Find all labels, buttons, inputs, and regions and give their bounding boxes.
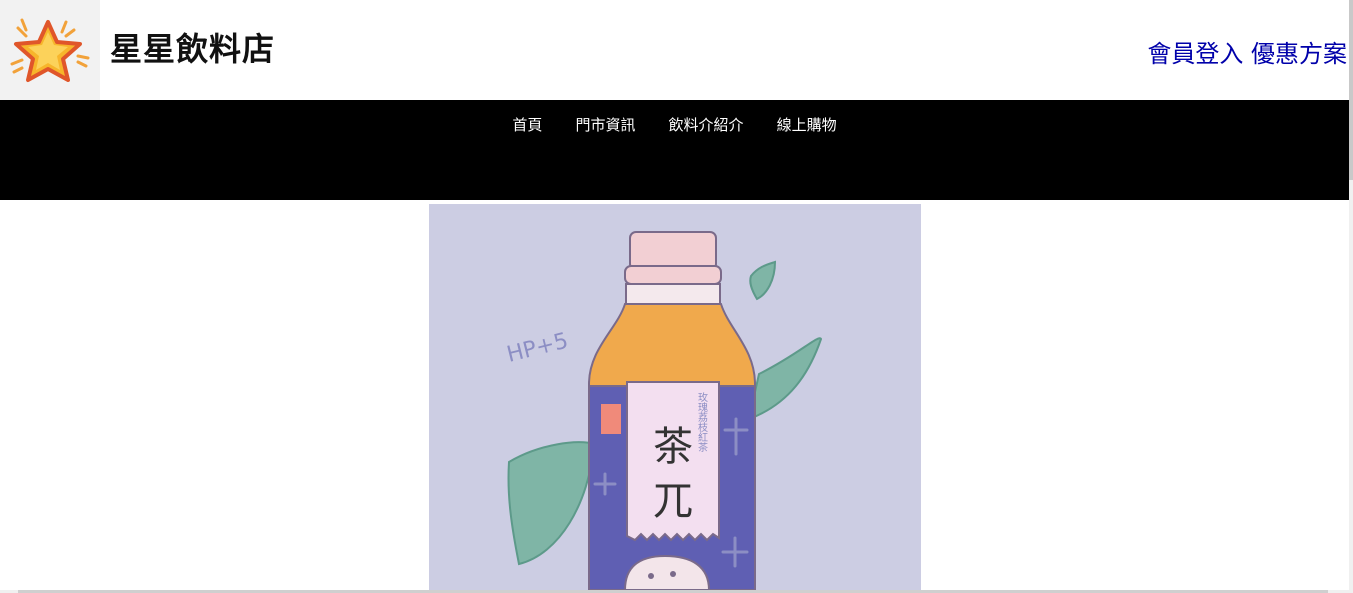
- hero-image: HP+5 茶 兀 玫瑰荔枝紅茶: [429, 204, 921, 590]
- site-header: 星星飲料店 會員登入 優惠方案: [0, 0, 1349, 100]
- main-nav: 首頁 門市資訊 飲料介紹介 線上購物: [0, 100, 1349, 200]
- vertical-scrollbar-thumb[interactable]: [1349, 0, 1353, 180]
- nav-item-store-info[interactable]: 門市資訊: [575, 114, 635, 135]
- nav-item-home[interactable]: 首頁: [512, 114, 542, 135]
- top-links: 會員登入 優惠方案: [1147, 34, 1347, 69]
- logo[interactable]: [0, 0, 100, 100]
- promo-link[interactable]: 優惠方案: [1251, 40, 1347, 68]
- nav-item-shop[interactable]: 線上購物: [777, 114, 837, 135]
- site-title: 星星飲料店: [110, 30, 276, 68]
- label-char-1: 茶: [653, 424, 693, 470]
- login-link[interactable]: 會員登入: [1147, 40, 1243, 68]
- vertical-scrollbar[interactable]: [1349, 0, 1353, 593]
- label-char-2: 兀: [653, 478, 693, 524]
- star-icon: [10, 18, 90, 82]
- nav-item-drinks[interactable]: 飲料介紹介: [669, 114, 744, 135]
- label-small-text: 玫瑰荔枝紅茶: [696, 391, 708, 452]
